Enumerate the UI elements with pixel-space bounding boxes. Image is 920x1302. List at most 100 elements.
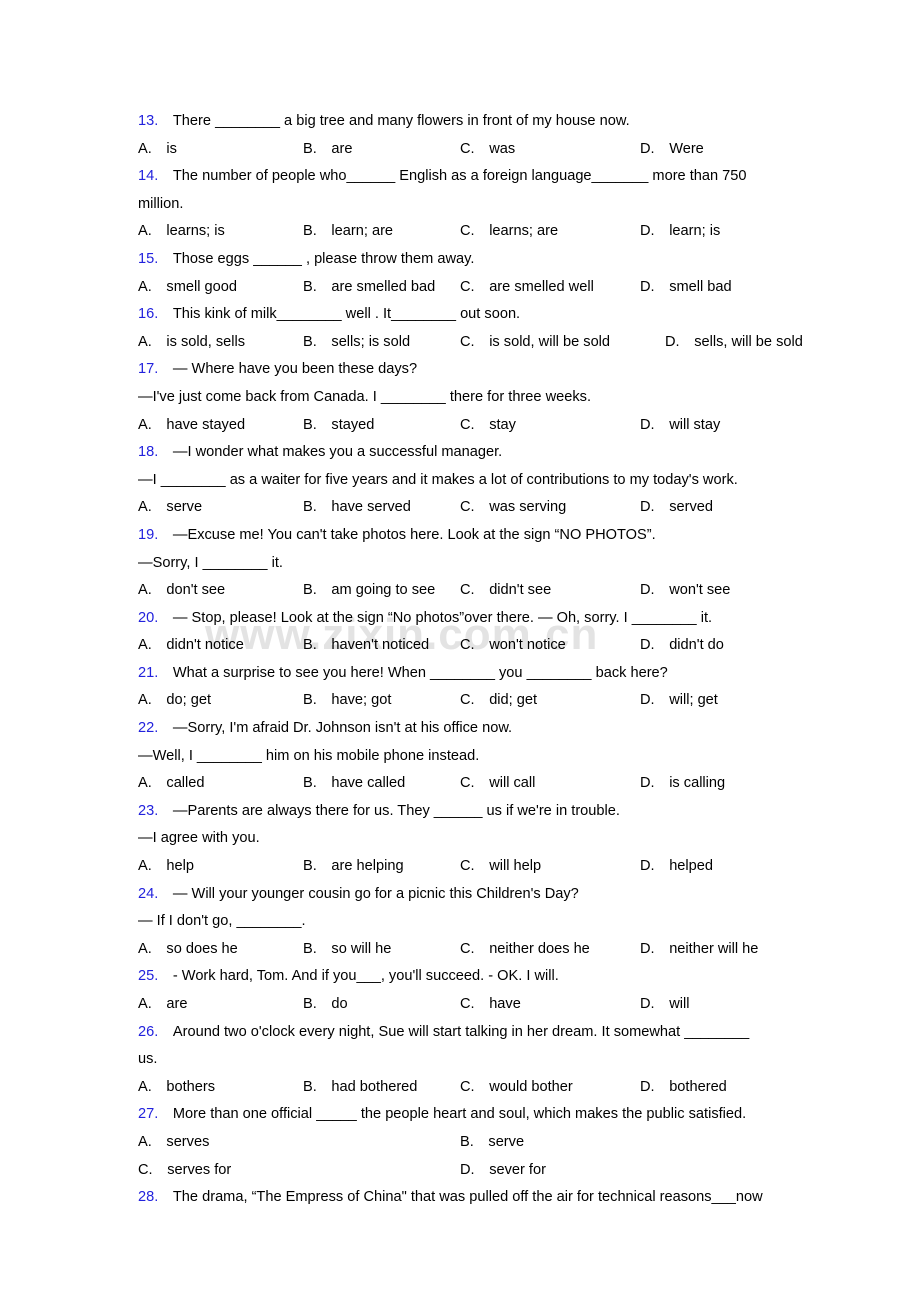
option-choice[interactable]: C. is sold, will be sold [460,329,610,357]
option-choice[interactable]: D. served [640,494,713,522]
option-text: didn't notice [166,637,244,654]
option-text: will stay [669,416,721,433]
option-choice[interactable]: D. Were [640,136,704,164]
option-choice[interactable]: D. bothered [640,1074,727,1102]
option-text: are smelled well [489,278,594,295]
option-label: B. [303,1078,317,1095]
question-text: —I wonder what makes you a successful ma… [172,444,503,461]
option-choice[interactable]: A. help [138,853,194,881]
option-choice[interactable]: A. is [138,136,177,164]
option-row: A. didn't notice B. haven't noticed C. won… [138,632,790,660]
option-choice[interactable]: C. are smelled well [460,274,594,302]
option-text: help [166,858,194,875]
option-label: A. [138,223,152,240]
option-label: A. [138,582,152,599]
option-choice[interactable]: C. did; get [460,687,537,715]
option-choice[interactable]: B. sells; is sold [303,329,410,357]
option-choice[interactable]: D. sells, will be sold [665,329,803,357]
option-text: so will he [331,940,392,957]
option-choice[interactable]: B. am going to see [303,577,435,605]
option-text: was serving [489,499,567,516]
option-choice[interactable]: D. didn't do [640,632,724,660]
option-choice[interactable]: D. will [640,991,689,1019]
option-choice[interactable]: D. will stay [640,412,720,440]
option-choice[interactable]: B. have served [303,494,411,522]
option-choice[interactable]: C. serves for [138,1157,231,1185]
question-line: million. [138,191,790,219]
option-label: A. [138,996,152,1012]
option-label: C. [460,775,475,792]
option-label: A. [138,499,152,516]
option-choice[interactable]: A. do; get [138,687,211,715]
option-choice[interactable]: A. don't see [138,577,225,605]
question-line: —I agree with you. [138,825,790,853]
option-choice[interactable]: A. called [138,770,205,798]
option-choice[interactable]: B. have; got [303,687,391,715]
option-text: is calling [669,775,726,792]
question-number: 17. [138,361,159,378]
option-label: A. [138,416,152,433]
option-choice[interactable]: C. was serving [460,494,566,522]
option-label: C. [138,1161,153,1178]
option-choice[interactable]: C. neither does he [460,936,590,964]
option-choice[interactable]: B. do [303,991,348,1019]
question-number: 28. [138,1189,159,1206]
option-choice[interactable]: A. is sold, sells [138,329,245,357]
option-choice[interactable]: B. have called [303,770,405,798]
question-line: 16. This kink of milk________ well . It_… [138,301,790,329]
option-choice[interactable]: B. haven't noticed [303,632,429,660]
option-label: B. [303,582,317,599]
option-choice[interactable]: D. won't see [640,577,730,605]
option-choice[interactable]: D. is calling [640,770,725,798]
question-text: —Sorry, I'm afraid Dr. Johnson isn't at … [172,720,513,737]
option-choice[interactable]: C. won't notice [460,632,566,660]
option-choice[interactable]: C. would bother [460,1074,573,1102]
option-choice[interactable]: C. will call [460,770,535,798]
option-label: C. [460,858,475,875]
option-row: A. have stayed B. stayed C. stay D. will st… [138,412,790,440]
option-choice[interactable]: B. are smelled bad [303,274,435,302]
option-choice[interactable]: A. serves [138,1129,209,1157]
option-choice[interactable]: B. learn; are [303,218,393,246]
question-number: 19. [138,526,159,543]
option-label: B. [460,1133,474,1150]
option-choice[interactable]: C. didn't see [460,577,551,605]
option-row: A. smell good B. are smelled bad C. are sm… [138,274,790,302]
option-choice[interactable]: A. smell good [138,274,237,302]
option-choice[interactable]: B. stayed [303,412,374,440]
option-choice[interactable]: A. didn't notice [138,632,244,660]
option-choice[interactable]: A. bothers [138,1074,215,1102]
option-text: serves for [167,1161,232,1178]
option-choice[interactable]: D. will; get [640,687,718,715]
question-text: — Where have you been these days? [172,361,418,378]
option-choice[interactable]: C. will help [460,853,541,881]
option-choice[interactable]: B. are [303,136,352,164]
option-choice[interactable]: B. so will he [303,936,391,964]
option-choice[interactable]: B. had bothered [303,1074,417,1102]
option-choice[interactable]: C. stay [460,412,516,440]
option-choice[interactable]: C. was [460,136,515,164]
option-label: A. [138,140,152,157]
option-choice[interactable]: A. have stayed [138,412,245,440]
option-text: learn; is [669,223,721,240]
option-choice[interactable]: D. sever for [460,1157,546,1185]
option-text: would bother [489,1078,573,1095]
option-choice[interactable]: D. smell bad [640,274,732,302]
option-choice[interactable]: B. are helping [303,853,404,881]
option-row: A. are B. do C. have D. will [138,991,790,1019]
question-text: —I agree with you. [138,830,260,847]
option-choice[interactable]: A. are [138,991,187,1019]
option-choice[interactable]: D. neither will he [640,936,758,964]
option-choice[interactable]: D. learn; is [640,218,720,246]
option-choice[interactable]: C. have [460,991,521,1019]
option-choice[interactable]: A. so does he [138,936,238,964]
option-choice[interactable]: D. helped [640,853,713,881]
option-row: A. is sold, sells B. sells; is sold C. is … [138,329,803,357]
option-choice[interactable]: B. serve [460,1129,524,1157]
option-choice[interactable]: A. learns; is [138,218,225,246]
question-text: Around two o'clock every night, Sue will… [172,1023,750,1040]
option-choice[interactable]: C. learns; are [460,218,558,246]
option-text: Were [669,140,704,157]
option-choice[interactable]: A. serve [138,494,202,522]
question-line: 19. —Excuse me! You can't take photos he… [138,522,790,550]
